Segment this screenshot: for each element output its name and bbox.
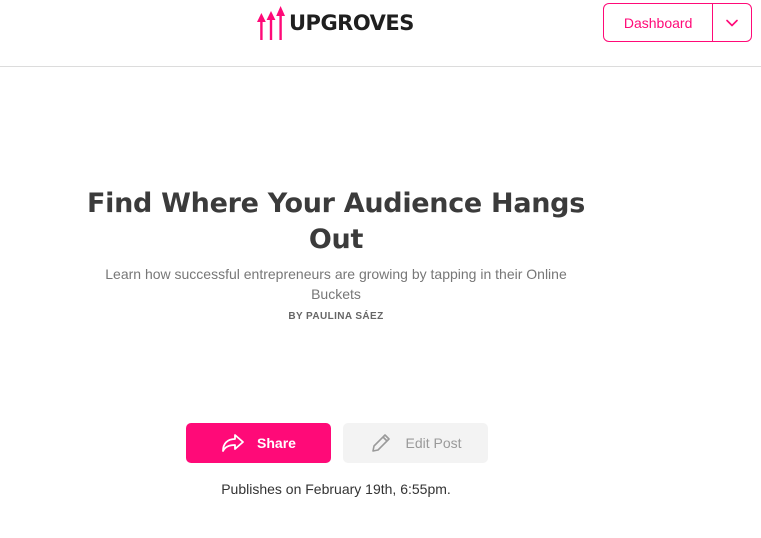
pencil-icon <box>369 431 393 455</box>
dashboard-button[interactable]: Dashboard <box>604 4 712 41</box>
share-button[interactable]: Share <box>186 423 331 463</box>
top-header: UPGROVES Dashboard <box>0 0 761 67</box>
share-button-label: Share <box>257 435 296 451</box>
upgroves-logo[interactable]: UPGROVES <box>257 4 414 42</box>
logo-arrows-icon <box>257 6 285 40</box>
chevron-down-icon <box>726 19 738 26</box>
article-title: Find Where Your Audience Hangs Out <box>87 188 585 255</box>
publish-schedule-text: Publishes on February 19th, 6:55pm. <box>221 481 451 497</box>
logo-text: UPGROVES <box>289 11 414 35</box>
article-subtitle: Learn how successful entrepreneurs are g… <box>105 266 567 302</box>
edit-post-button-label: Edit Post <box>405 435 462 451</box>
share-arrow-icon <box>221 433 245 453</box>
edit-post-button[interactable]: Edit Post <box>343 423 488 463</box>
article-header: Find Where Your Audience Hangs Out Learn… <box>86 186 586 322</box>
dashboard-dropdown-toggle[interactable] <box>712 4 751 41</box>
dashboard-button-group: Dashboard <box>603 3 752 42</box>
article-byline: BY PAULINA SÁEZ <box>288 311 384 322</box>
post-actions: Share Edit Post <box>186 423 488 463</box>
